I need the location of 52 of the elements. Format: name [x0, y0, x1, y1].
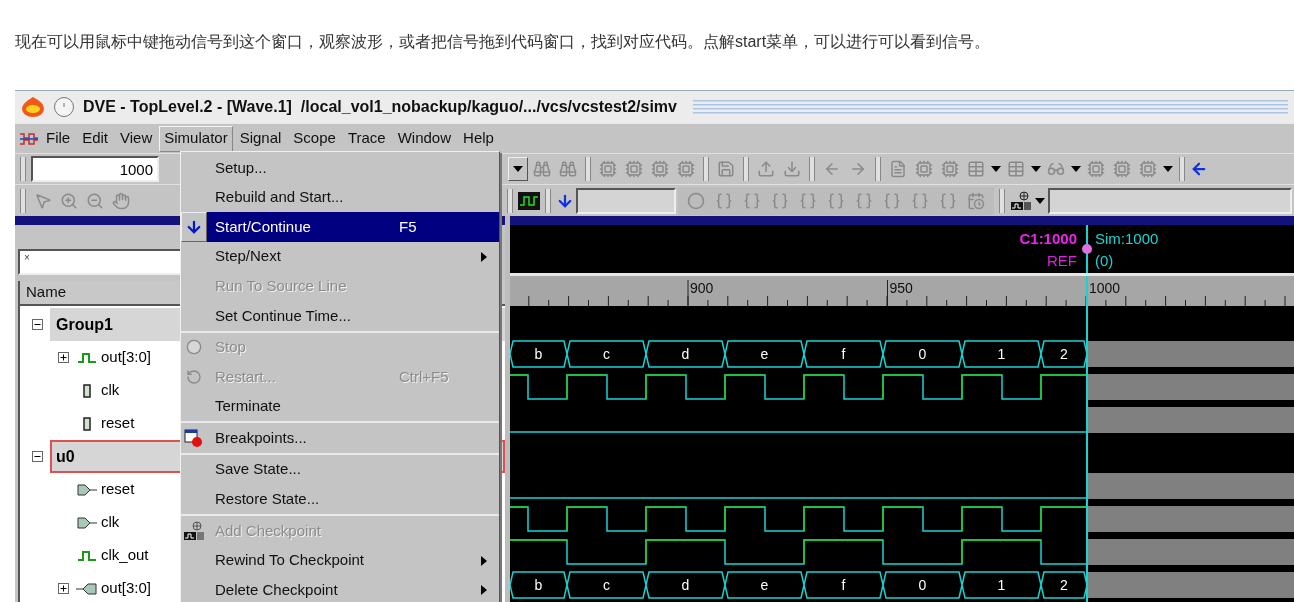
bus-value: c [603, 346, 610, 362]
signal-name[interactable]: clk_out [101, 544, 149, 567]
menu-option[interactable]: Set Continue Time... [207, 300, 499, 331]
menu-item[interactable]: Scope [288, 125, 341, 152]
bus-value: 0 [918, 577, 927, 593]
bus-value: b [534, 346, 543, 362]
signal-name[interactable]: clk [101, 511, 120, 534]
bus-value: f [841, 577, 846, 593]
reference-label: REF [1047, 251, 1077, 271]
sim-time: Sim:1000 [1095, 229, 1159, 249]
time-field[interactable]: 1000 [31, 156, 159, 182]
bus-value: 0 [918, 346, 927, 362]
menu-option[interactable]: Terminate [207, 391, 499, 422]
menu-option[interactable]: Rebuild and Start... [207, 182, 499, 213]
bus-value: 2 [1060, 577, 1068, 593]
bus-value: 1 [997, 346, 1006, 362]
menu-option[interactable]: Save State... [207, 454, 499, 485]
menu-option[interactable]: Setup... [207, 153, 499, 183]
menu-item[interactable]: File [41, 125, 76, 152]
menu-option[interactable]: Step/Next [207, 241, 499, 272]
bus-value: c [603, 577, 610, 593]
signal-name[interactable]: reset [101, 478, 135, 501]
menu-item[interactable]: Signal [234, 125, 287, 152]
menu-item[interactable]: Trace [342, 125, 391, 152]
signal-name[interactable]: out[3:0] [101, 346, 152, 369]
bus-value: d [681, 577, 690, 593]
cursor-label: C1:1000 [1019, 229, 1077, 249]
time-label: 950 [889, 280, 913, 296]
bus-value: f [841, 346, 846, 362]
bus-value: e [760, 346, 769, 362]
menu-option[interactable]: Start/Continue F5 [207, 212, 499, 242]
menu-item[interactable]: Help [458, 125, 499, 152]
time-label: 900 [690, 280, 714, 296]
menu-item[interactable]: Edit [77, 125, 114, 152]
signal-name[interactable]: reset [101, 412, 135, 435]
menu-option[interactable]: Rewind To Checkpoint [207, 545, 499, 576]
delta-cycle: (0) [1095, 251, 1114, 271]
menu-item[interactable]: Window [392, 125, 457, 152]
time-label: 1000 [1089, 280, 1121, 296]
menu-option[interactable]: Breakpoints... [207, 423, 499, 453]
menu-item[interactable]: View [115, 125, 158, 152]
menu-option[interactable]: Restore State... [207, 484, 499, 515]
bus-value: d [681, 346, 690, 362]
caption-text: 现在可以用鼠标中键拖动信号到这个窗口，观察波形，或者把信号拖到代码窗口，找到对应代码。点解start菜单，可以进行可以看到信号。 [15, 32, 992, 52]
window-title: DVE - TopLevel.2 - [Wave.1] /local_vol1_nobackup/kaguo/.../vcs/vcstest2/simv [83, 97, 677, 117]
bus-value: e [760, 577, 769, 593]
signal-name[interactable]: clk [101, 379, 120, 402]
menu-option[interactable]: Delete Checkpoint [207, 575, 499, 602]
signal-name[interactable]: out[3:0] [101, 577, 152, 600]
bus-value: b [534, 577, 543, 593]
bus-value: 1 [997, 577, 1006, 593]
bus-value: 2 [1060, 346, 1068, 362]
